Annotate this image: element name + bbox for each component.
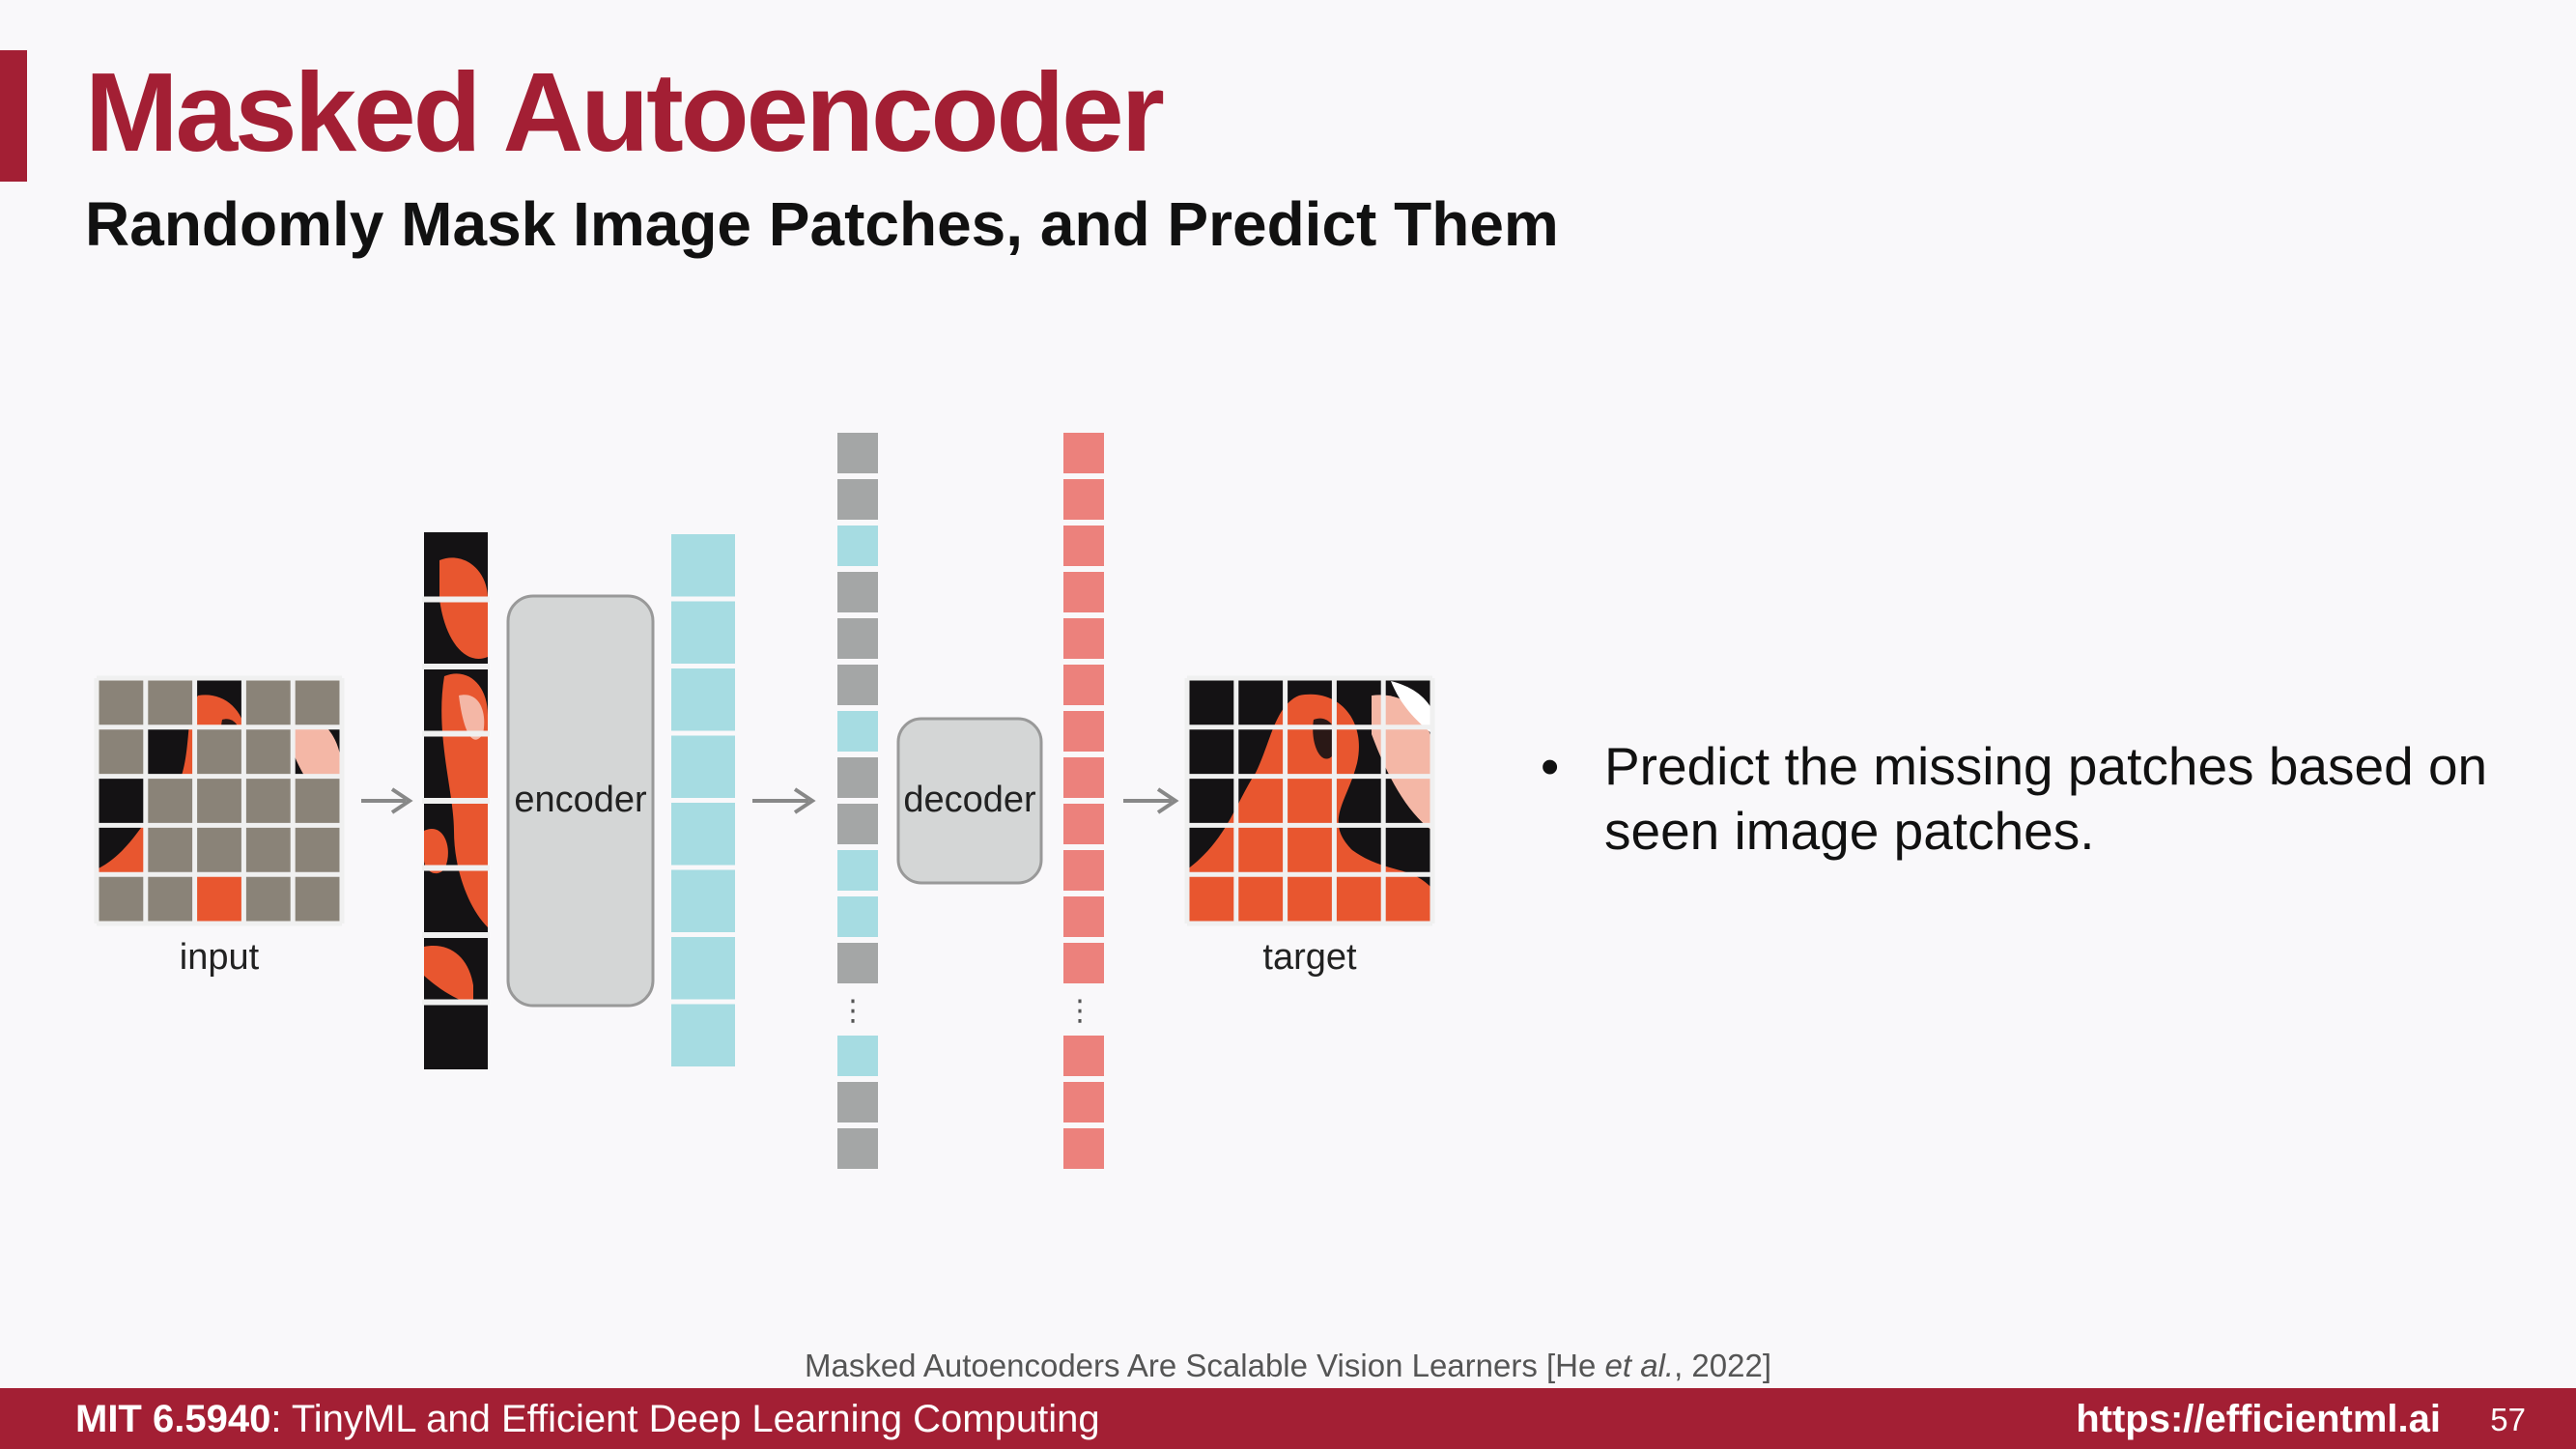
bullet-text: Predict the missing patches based on see… <box>1604 736 2488 861</box>
visible-token <box>837 526 878 566</box>
predicted-token <box>1063 711 1104 752</box>
footer-course-info: MIT 6.5940: TinyML and Efficient Deep Le… <box>75 1398 1100 1440</box>
predicted-token <box>1063 757 1104 798</box>
predicted-token <box>1063 433 1104 473</box>
decoder-input-tokens <box>837 433 878 1169</box>
decoder-output-tokens <box>1063 433 1104 1169</box>
footer-url-link[interactable]: https://efficientml.ai <box>2076 1398 2441 1440</box>
encoder-token <box>671 1004 735 1066</box>
visible-token <box>837 711 878 752</box>
masked-patch <box>293 678 342 727</box>
mask-token <box>837 757 878 798</box>
predicted-token <box>1063 479 1104 520</box>
masked-patch <box>243 776 294 826</box>
arrow-decoder-to-target <box>1123 787 1179 814</box>
mask-token <box>837 1082 878 1122</box>
citation-text-after: , 2022] <box>1674 1348 1771 1383</box>
mae-diagram: input encoder ⋮ decoder ⋮ target <box>94 433 1435 1169</box>
encoder-token <box>671 803 735 866</box>
predicted-token <box>1063 1082 1104 1122</box>
masked-patch <box>145 825 195 875</box>
target-label: target <box>1262 937 1357 978</box>
mask-token <box>837 572 878 612</box>
arrow-input-to-patches <box>361 787 413 814</box>
visible-token <box>837 896 878 937</box>
patch-separator <box>422 798 490 804</box>
citation: Masked Autoencoders Are Scalable Vision … <box>0 1348 2576 1384</box>
predicted-token <box>1063 850 1104 891</box>
masked-patch <box>97 678 146 727</box>
decoder-label: decoder <box>903 780 1036 820</box>
patch-separator <box>422 932 490 938</box>
patch-separator <box>422 730 490 737</box>
bullet-item: • Predict the missing patches based on s… <box>1541 734 2516 864</box>
bullet-list: • Predict the missing patches based on s… <box>1541 734 2516 864</box>
encoder-output-tokens <box>671 534 735 1066</box>
target-image <box>1187 678 1432 923</box>
masked-patch <box>243 874 294 923</box>
masked-patch <box>293 874 342 923</box>
encoder-label: encoder <box>514 780 647 820</box>
citation-text-before: Masked Autoencoders Are Scalable Vision … <box>804 1348 1605 1383</box>
patch-separator <box>422 865 490 871</box>
predicted-token <box>1063 665 1104 705</box>
mask-token <box>837 618 878 659</box>
masked-patch <box>97 726 146 777</box>
masked-patch <box>243 678 294 727</box>
predicted-token <box>1063 572 1104 612</box>
mask-token <box>837 479 878 520</box>
masked-patch <box>293 825 342 875</box>
masked-patch <box>145 776 195 826</box>
predicted-token <box>1063 1128 1104 1169</box>
page-number: 57 <box>2490 1402 2526 1437</box>
patch-separator <box>422 596 490 603</box>
predicted-token <box>1063 526 1104 566</box>
bullet-dot-icon: • <box>1541 736 1560 796</box>
masked-patch <box>194 726 244 777</box>
mask-token <box>837 665 878 705</box>
predicted-token <box>1063 943 1104 983</box>
masked-patch <box>243 825 294 875</box>
predicted-token <box>1063 618 1104 659</box>
footer-course-code: MIT 6.5940 <box>75 1398 271 1440</box>
encoder-token <box>671 735 735 798</box>
predicted-token <box>1063 1036 1104 1076</box>
masked-patch <box>145 678 195 727</box>
predicted-token <box>1063 896 1104 937</box>
predicted-token <box>1063 804 1104 844</box>
mask-token <box>837 804 878 844</box>
encoder-token <box>671 937 735 1000</box>
mask-token <box>837 433 878 473</box>
mask-token <box>837 943 878 983</box>
footer-bar: MIT 6.5940: TinyML and Efficient Deep Le… <box>0 1388 2576 1449</box>
masked-patch <box>293 776 342 826</box>
masked-patch <box>194 825 244 875</box>
input-label: input <box>180 937 260 978</box>
patch-separator <box>422 999 490 1006</box>
masked-patch <box>145 874 195 923</box>
encoder-token <box>671 534 735 597</box>
masked-patch <box>194 776 244 826</box>
visible-token <box>837 1036 878 1076</box>
arrow-encoder-to-decoder-input <box>752 787 816 814</box>
masked-patch <box>243 726 294 777</box>
visible-token <box>837 850 878 891</box>
decoder-output-ellipsis: ⋮ <box>1065 994 1094 1028</box>
encoder-token <box>671 869 735 932</box>
encoder-token <box>671 601 735 664</box>
mask-token <box>837 1128 878 1169</box>
patch-separator <box>422 664 490 669</box>
citation-text-italic: et al. <box>1604 1348 1675 1383</box>
decoder-input-ellipsis: ⋮ <box>838 994 867 1028</box>
footer-course-title: : TinyML and Efficient Deep Learning Com… <box>270 1398 1100 1440</box>
encoder-token <box>671 668 735 731</box>
masked-patch <box>97 874 146 923</box>
